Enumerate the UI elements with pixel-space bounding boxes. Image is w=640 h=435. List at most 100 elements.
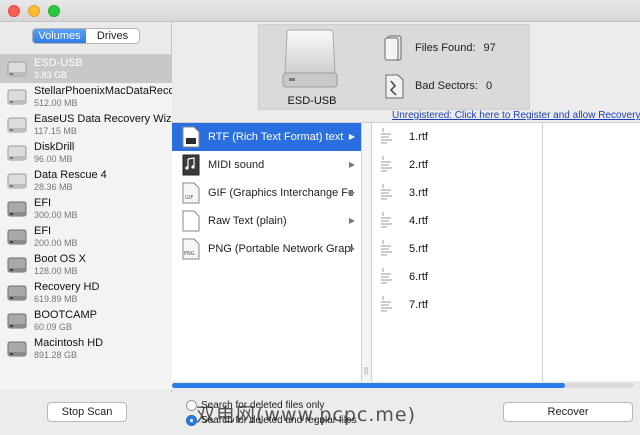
drive-item[interactable]: DiskDrill 96.00 MB: [0, 139, 172, 167]
disclosure-arrow-icon: ▶: [348, 244, 355, 253]
file-item[interactable]: 1.rtf: [373, 123, 542, 151]
close-window-button[interactable]: [8, 5, 20, 17]
disclosure-arrow-icon: ▶: [348, 160, 355, 169]
file-type-item[interactable]: MIDI sound ▶: [172, 151, 361, 179]
drive-item[interactable]: StellarPhoenixMacDataRecov 512.00 MB: [0, 83, 172, 111]
drive-size: 3.83 GB: [34, 70, 68, 80]
drive-size: 128.00 MB: [34, 266, 78, 276]
document-thumbnail-icon: [377, 294, 401, 316]
rtf-file-icon: [182, 126, 200, 148]
zoom-window-button[interactable]: [48, 5, 60, 17]
results-panes: RTF (Rich Text Format) text ▶ MIDI sound ▶ G…: [172, 122, 640, 381]
file-type-label: RTF (Rich Text Format) text: [208, 131, 344, 143]
disclosure-arrow-icon: ▶: [348, 188, 355, 197]
png-file-icon: PNG: [182, 238, 200, 260]
drive-item[interactable]: EFI 200.00 MB: [0, 223, 172, 251]
disclosure-arrow-icon: ▶: [348, 216, 355, 225]
drive-item[interactable]: ESD-USB 3.83 GB: [0, 55, 172, 83]
hard-drive-icon: [6, 283, 28, 303]
drive-name: StellarPhoenixMacDataRecov: [34, 85, 172, 97]
drive-name: ESD-USB: [34, 57, 83, 69]
file-stack-icon: [384, 35, 402, 61]
file-type-item[interactable]: PNG PNG (Portable Network Graphics)▶: [172, 235, 361, 263]
drive-name: Recovery HD: [34, 281, 100, 293]
drive-list: ESD-USB 3.83 GB StellarPhoenixMacDataRecov…: [0, 54, 172, 390]
file-item[interactable]: 5.rtf: [373, 235, 542, 263]
watermark: 双电网(www.pcpc.me): [196, 404, 416, 426]
file-type-item[interactable]: GIF GIF (Graphics Interchange For… ▶: [172, 179, 361, 207]
drive-text: EFI 300.00 MB: [34, 197, 78, 221]
drive-name: EFI: [34, 225, 52, 237]
hard-drive-icon: [6, 199, 28, 219]
hard-drive-icon: [6, 311, 28, 331]
file-type-list: RTF (Rich Text Format) text ▶ MIDI sound ▶ G…: [172, 123, 362, 381]
file-item[interactable]: 2.rtf: [373, 151, 542, 179]
file-item[interactable]: 3.rtf: [373, 179, 542, 207]
drive-text: ESD-USB 3.83 GB: [34, 57, 83, 81]
register-link[interactable]: Unregistered: Click here to Register and…: [392, 110, 640, 121]
file-item[interactable]: 6.rtf: [373, 263, 542, 291]
file-list: 1.rtf 2.rtf 3.rtf 4.rtf 5.rtf 6.rtf 7.rtf: [373, 123, 543, 381]
damaged-file-icon: [385, 74, 404, 99]
drive-name: EaseUS Data Recovery Wizar: [34, 113, 172, 125]
drive-item[interactable]: BOOTCAMP 60.09 GB: [0, 307, 172, 335]
drive-size: 96.00 MB: [34, 154, 73, 164]
drive-text: EaseUS Data Recovery Wizar 117.15 MB: [34, 113, 172, 137]
file-name: 5.rtf: [409, 243, 428, 255]
file-type-label: Raw Text (plain): [208, 215, 287, 227]
bad-sectors-stat: Bad Sectors: 0: [379, 71, 492, 101]
hard-drive-icon: [6, 339, 28, 359]
drive-item[interactable]: Macintosh HD 891.28 GB: [0, 335, 172, 363]
midi-file-icon: [182, 154, 200, 176]
drive-text: DiskDrill 96.00 MB: [34, 141, 74, 165]
preview-pane: [544, 123, 640, 381]
drive-text: Data Rescue 4 28.36 MB: [34, 169, 107, 193]
usb-drive-icon: [6, 171, 28, 191]
disclosure-arrow-icon: ▶: [348, 132, 355, 141]
drive-size: 512.00 MB: [34, 98, 78, 108]
tab-volumes[interactable]: Volumes: [33, 29, 86, 43]
tab-drives[interactable]: Drives: [86, 29, 139, 43]
drive-size: 200.00 MB: [34, 238, 78, 248]
drive-size: 300.00 MB: [34, 210, 78, 220]
drive-item[interactable]: Recovery HD 619.89 MB: [0, 279, 172, 307]
hard-drive-icon: [6, 255, 28, 275]
drive-text: Recovery HD 619.89 MB: [34, 281, 99, 305]
minimize-window-button[interactable]: [28, 5, 40, 17]
scan-status-panel: ESD-USB Files Found: 97 Bad Sectors: 0: [258, 24, 530, 110]
gif-file-icon: GIF: [182, 182, 200, 204]
file-item[interactable]: 4.rtf: [373, 207, 542, 235]
file-type-item[interactable]: Raw Text (plain) ▶: [172, 207, 361, 235]
drive-size: 619.89 MB: [34, 294, 78, 304]
file-name: 7.rtf: [409, 299, 428, 311]
file-name: 2.rtf: [409, 159, 428, 171]
document-thumbnail-icon: [377, 238, 401, 260]
pane-divider[interactable]: ||: [362, 123, 372, 381]
document-thumbnail-icon: [377, 182, 401, 204]
resize-handle-icon[interactable]: ||: [364, 366, 368, 375]
drive-name: BOOTCAMP: [34, 309, 97, 321]
drive-item[interactable]: Data Rescue 4 28.36 MB: [0, 167, 172, 195]
drive-text: Macintosh HD 891.28 GB: [34, 337, 103, 361]
drive-item[interactable]: EFI 300.00 MB: [0, 195, 172, 223]
drive-item[interactable]: Boot OS X 128.00 MB: [0, 251, 172, 279]
recover-button[interactable]: Recover: [503, 402, 633, 422]
drive-size: 28.36 MB: [34, 182, 73, 192]
file-item[interactable]: 7.rtf: [373, 291, 542, 319]
drive-name: EFI: [34, 197, 52, 209]
text-file-icon: [182, 210, 200, 232]
file-name: 6.rtf: [409, 271, 428, 283]
drive-name: Boot OS X: [34, 253, 86, 265]
file-type-item[interactable]: RTF (Rich Text Format) text ▶: [172, 123, 361, 151]
drive-item[interactable]: EaseUS Data Recovery Wizar 117.15 MB: [0, 111, 172, 139]
stop-scan-button[interactable]: Stop Scan: [47, 402, 127, 422]
document-thumbnail-icon: [377, 210, 401, 232]
drive-text: BOOTCAMP 60.09 GB: [34, 309, 97, 333]
drive-size: 117.15 MB: [34, 126, 77, 136]
hard-drive-icon: [6, 227, 28, 247]
document-thumbnail-icon: [377, 266, 401, 288]
bad-sectors-label: Bad Sectors:: [415, 80, 478, 92]
usb-drive-icon: [6, 115, 28, 135]
file-name: 4.rtf: [409, 215, 428, 227]
scanned-drive-label: ESD-USB: [287, 95, 337, 107]
